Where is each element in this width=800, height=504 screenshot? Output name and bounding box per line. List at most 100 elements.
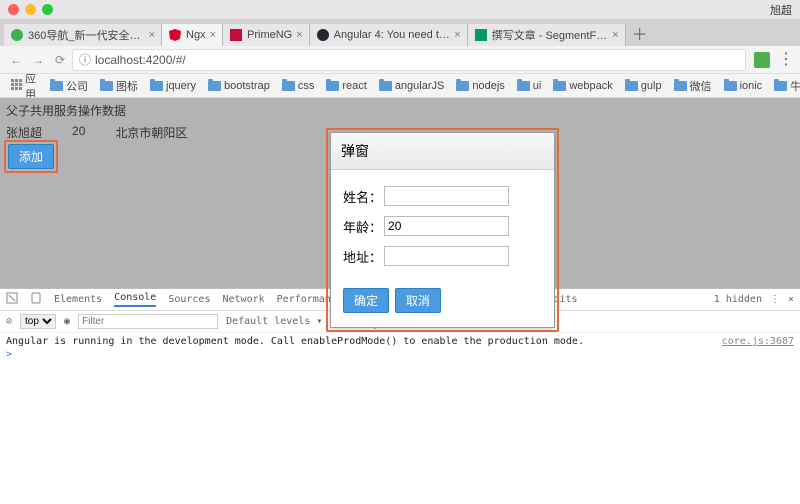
folder-icon (674, 81, 687, 91)
cancel-button[interactable]: 取消 (395, 288, 441, 313)
favicon-primeng-icon (229, 28, 243, 42)
favicon-360-icon (10, 28, 24, 42)
devtools-hidden-count[interactable]: 1 hidden (714, 294, 762, 305)
browser-tab[interactable]: Ngx × (162, 24, 223, 46)
favicon-segmentfault-icon (474, 28, 488, 42)
bookmark-folder[interactable]: webpack (548, 78, 617, 94)
forward-button[interactable]: → (28, 50, 48, 70)
window-chrome: 旭超 (0, 0, 800, 20)
data-age-value: 20 (72, 124, 85, 141)
close-window-button[interactable] (8, 4, 19, 15)
data-addr-value: 北京市朝阳区 (115, 124, 187, 141)
extension-icon[interactable] (754, 52, 770, 68)
apps-button[interactable]: 应用 (6, 74, 43, 98)
favicon-github-icon (316, 28, 330, 42)
tab-close-icon[interactable]: × (612, 29, 618, 41)
devtools-tab-network[interactable]: Network (222, 294, 264, 305)
apps-grid-icon (11, 79, 22, 92)
tab-close-icon[interactable]: × (149, 29, 155, 41)
tab-title: PrimeNG (247, 29, 292, 41)
devtools-settings-icon[interactable]: ⋮ (770, 294, 780, 305)
browser-tabs: 360导航_新一代安全上网导航 × Ngx × PrimeNG × Angula… (0, 20, 800, 46)
toolbar-extensions: ⋮ (754, 52, 794, 68)
page-title: 父子共用服务操作数据 (0, 98, 800, 123)
age-input[interactable] (384, 216, 509, 236)
bookmark-folder[interactable]: gulp (620, 78, 667, 94)
url-input[interactable] (95, 53, 739, 67)
maximize-window-button[interactable] (42, 4, 53, 15)
folder-icon (724, 81, 737, 91)
folder-icon (517, 81, 530, 91)
address-bar[interactable]: ⓘ (72, 49, 746, 71)
back-button[interactable]: ← (6, 50, 26, 70)
devtools-device-icon[interactable] (30, 292, 42, 307)
folder-icon (208, 81, 221, 91)
devtools-inspect-icon[interactable] (6, 292, 18, 307)
folder-icon (456, 81, 469, 91)
browser-tab[interactable]: 撰写文章 - SegmentFault 思否 × (468, 24, 626, 46)
folder-icon (100, 81, 113, 91)
addr-label: 地址： (343, 247, 382, 266)
name-label: 姓名： (343, 187, 382, 206)
tab-close-icon[interactable]: × (296, 29, 302, 41)
add-button[interactable]: 添加 (8, 144, 54, 169)
bookmark-folder[interactable]: react (321, 78, 371, 94)
devtools-close-button[interactable]: × (788, 294, 794, 305)
devtools-tab-elements[interactable]: Elements (54, 294, 102, 305)
bookmark-folder[interactable]: 图标 (95, 76, 143, 96)
bookmark-folder[interactable]: ionic (719, 78, 768, 94)
bookmark-folder[interactable]: css (277, 78, 320, 94)
browser-tab[interactable]: PrimeNG × (223, 24, 310, 46)
console-prompt[interactable]: > (6, 349, 794, 360)
bookmark-folder[interactable]: 微信 (669, 76, 717, 96)
reload-button[interactable]: ⟳ (50, 50, 70, 70)
browser-tab[interactable]: 360导航_新一代安全上网导航 × (4, 24, 162, 46)
console-log-source[interactable]: core.js:3687 (722, 336, 794, 347)
favicon-angular-icon (168, 28, 182, 42)
bookmark-folder[interactable]: 牛逼的技术网站 (769, 76, 800, 96)
toolbar: ← → ⟳ ⓘ ⋮ (0, 46, 800, 74)
console-clear-icon[interactable]: ⊘ (6, 316, 12, 327)
console-levels-select[interactable]: Default levels ▾ (226, 316, 322, 327)
tab-close-icon[interactable]: × (454, 29, 460, 41)
new-tab-button[interactable]: ＋ (626, 19, 654, 47)
name-input[interactable] (384, 186, 509, 206)
tab-title: Angular 4: You need to impor (334, 29, 451, 41)
bookmark-folder[interactable]: angularJS (374, 78, 450, 94)
modal-footer: 确定 取消 (331, 284, 554, 327)
browser-tab[interactable]: Angular 4: You need to impor × (310, 24, 468, 46)
console-log-message: Angular is running in the development mo… (6, 336, 794, 347)
traffic-lights (8, 4, 53, 15)
console-eye-icon[interactable]: ◉ (64, 316, 70, 327)
bookmark-folder[interactable]: 公司 (45, 76, 93, 96)
tab-title: 360导航_新一代安全上网导航 (28, 27, 145, 43)
minimize-window-button[interactable] (25, 4, 36, 15)
bookmark-folder[interactable]: bootstrap (203, 78, 275, 94)
folder-icon (379, 81, 392, 91)
folder-icon (625, 81, 638, 91)
apps-label: 应用 (25, 74, 38, 98)
folder-icon (326, 81, 339, 91)
devtools-tab-console[interactable]: Console (114, 292, 156, 307)
age-label: 年龄： (343, 217, 382, 236)
devtools-tab-sources[interactable]: Sources (168, 294, 210, 305)
data-name-value: 张旭超 (6, 124, 42, 141)
bookmark-folder[interactable]: jquery (145, 78, 201, 94)
addr-input[interactable] (384, 246, 509, 266)
console-filter-input[interactable] (78, 314, 218, 329)
add-button-highlight: 添加 (4, 140, 58, 173)
profile-name[interactable]: 旭超 (770, 2, 792, 18)
ok-button[interactable]: 确定 (343, 288, 389, 313)
modal-title: 弹窗 (331, 133, 554, 170)
tab-title: Ngx (186, 29, 206, 41)
console-output[interactable]: Angular is running in the development mo… (0, 333, 800, 504)
site-info-icon[interactable]: ⓘ (79, 51, 91, 68)
folder-icon (150, 81, 163, 91)
bookmark-folder[interactable]: ui (512, 78, 547, 94)
page-content: 父子共用服务操作数据 张旭超 20 北京市朝阳区 添加 弹窗 姓名： 年龄： 地… (0, 98, 800, 288)
tab-close-icon[interactable]: × (210, 29, 216, 41)
console-context-select[interactable]: top (20, 314, 56, 329)
folder-icon (774, 81, 787, 91)
browser-menu-icon[interactable]: ⋮ (778, 52, 794, 68)
bookmark-folder[interactable]: nodejs (451, 78, 509, 94)
